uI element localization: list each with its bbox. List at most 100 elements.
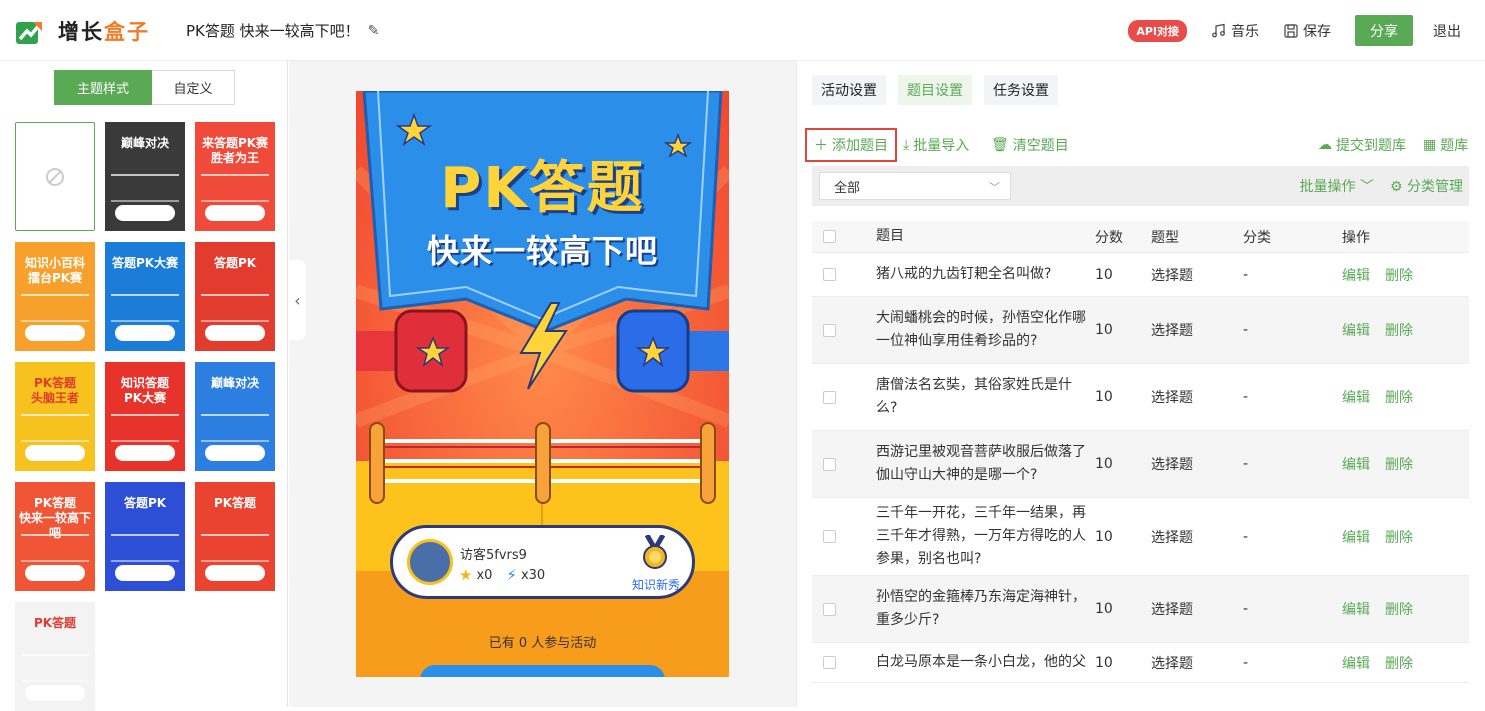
edit-question-link[interactable]: 编辑 bbox=[1342, 527, 1370, 547]
theme-none[interactable] bbox=[15, 122, 95, 231]
edit-pencil-icon[interactable]: ✎ bbox=[368, 23, 380, 39]
tab-task-settings[interactable]: 任务设置 bbox=[984, 75, 1058, 105]
table-body: 猪八戒的九齿钉耙全名叫做? 10 选择题 - 编辑 删除大闹蟠桃会的时候，孙悟空化作哪一位… bbox=[812, 253, 1469, 683]
question-table: 题目 分数 题型 分类 操作 猪八戒的九齿钉耙全名叫做? 10 选择题 - 编辑 删除大闹… bbox=[812, 221, 1469, 683]
question-score: 10 bbox=[1095, 322, 1113, 338]
question-type: 选择题 bbox=[1151, 323, 1193, 339]
add-question-button[interactable]: ＋添加题目 bbox=[805, 128, 897, 162]
theme-thumbnail[interactable]: PK答题 bbox=[15, 602, 95, 711]
participants-text: 已有 0 人参与活动 bbox=[488, 636, 597, 651]
table-row[interactable]: 三千年一开花，三千年一结果，再三千年才得熟，一万年方得吃的人参果，别名也叫? 10… bbox=[812, 498, 1469, 576]
question-category: - bbox=[1243, 528, 1249, 545]
question-text: 大闹蟠桃会的时候，孙悟空化作哪一位神仙享用佳肴珍品的? bbox=[876, 310, 1086, 349]
theme-title: 答题PK bbox=[123, 496, 167, 510]
theme-thumbnail[interactable]: 知识答题 PK大赛 bbox=[105, 362, 185, 471]
row-checkbox[interactable] bbox=[823, 656, 836, 669]
bank-button[interactable]: ▦ 题库 bbox=[1423, 128, 1468, 162]
api-badge[interactable]: API对接 bbox=[1128, 19, 1187, 42]
page-title[interactable]: PK答题 快来一较高下吧！ ✎ bbox=[186, 20, 379, 41]
theme-user-card bbox=[205, 205, 265, 221]
delete-question-link[interactable]: 删除 bbox=[1385, 265, 1413, 285]
question-score: 10 bbox=[1095, 601, 1113, 617]
tab-question-settings[interactable]: 题目设置 bbox=[898, 75, 972, 105]
edit-question-link[interactable]: 编辑 bbox=[1342, 454, 1370, 474]
category-manage-label: 分类管理 bbox=[1407, 179, 1463, 195]
theme-user-card bbox=[25, 685, 85, 701]
batch-import-button[interactable]: ⤓ 批量导入 bbox=[903, 128, 969, 162]
phone-preview: PK答题 快来一较高下吧 访客5fvrs9 ★ x0 ⚡ x30 知识新秀 已有… bbox=[356, 91, 729, 677]
question-score: 10 bbox=[1095, 389, 1113, 405]
edit-question-link[interactable]: 编辑 bbox=[1342, 320, 1370, 340]
theme-thumbnail[interactable]: PK答题 头脑王者 bbox=[15, 362, 95, 471]
theme-panel: 主题样式 自定义 巅峰对决 来答题PK赛 胜者为王 知识小百科 擂台PK赛 答题PK大… bbox=[0, 61, 288, 711]
tab-theme-style[interactable]: 主题样式 bbox=[54, 70, 152, 105]
table-row[interactable]: 孙悟空的金箍棒乃东海定海神针，重多少斤? 10 选择题 - 编辑 删除 bbox=[812, 576, 1469, 643]
theme-thumbnail[interactable]: 答题PK bbox=[195, 242, 275, 351]
table-row[interactable]: 大闹蟠桃会的时候，孙悟空化作哪一位神仙享用佳肴珍品的? 10 选择题 - 编辑 删除 bbox=[812, 297, 1469, 364]
edit-question-link[interactable]: 编辑 bbox=[1342, 653, 1370, 673]
delete-question-link[interactable]: 删除 bbox=[1385, 320, 1413, 340]
tab-activity-settings[interactable]: 活动设置 bbox=[812, 75, 886, 105]
table-row[interactable]: 西游记里被观音菩萨收服后做落了伽山守山大神的是哪一个? 10 选择题 - 编辑 删除 bbox=[812, 431, 1469, 498]
tab-custom[interactable]: 自定义 bbox=[152, 70, 235, 105]
row-checkbox[interactable] bbox=[823, 602, 836, 616]
ring-decoration bbox=[111, 174, 179, 202]
theme-thumbnail[interactable]: PK答题 bbox=[195, 482, 275, 591]
music-label: 音乐 bbox=[1231, 23, 1259, 40]
share-button[interactable]: 分享 bbox=[1355, 15, 1413, 46]
theme-title: PK答题 bbox=[213, 496, 257, 510]
row-checkbox[interactable] bbox=[823, 457, 836, 471]
select-all-checkbox[interactable] bbox=[823, 230, 836, 243]
theme-thumbnail[interactable]: 巅峰对决 bbox=[105, 122, 185, 231]
theme-thumbnail[interactable]: 答题PK大赛 bbox=[105, 242, 185, 351]
col-category: 分类 bbox=[1243, 229, 1271, 246]
table-row[interactable]: 唐僧法名玄奘，其俗家姓氏是什么? 10 选择题 - 编辑 删除 bbox=[812, 364, 1469, 431]
category-manage-button[interactable]: ⚙ 分类管理 bbox=[1390, 176, 1463, 196]
chevron-down-icon: ﹀ bbox=[989, 181, 1000, 194]
col-actions: 操作 bbox=[1342, 229, 1370, 246]
delete-question-link[interactable]: 删除 bbox=[1385, 599, 1413, 619]
logo[interactable]: 增长盒子 bbox=[14, 16, 150, 46]
question-text: 三千年一开花，三千年一结果，再三千年才得熟，一万年方得吃的人参果，别名也叫? bbox=[876, 505, 1086, 567]
theme-thumbnail[interactable]: PK答题 快来一较高下吧 bbox=[15, 482, 95, 591]
delete-question-link[interactable]: 删除 bbox=[1385, 387, 1413, 407]
table-header: 题目 分数 题型 分类 操作 bbox=[812, 221, 1469, 253]
delete-question-link[interactable]: 删除 bbox=[1385, 454, 1413, 474]
row-checkbox[interactable] bbox=[823, 390, 836, 404]
ring-decoration bbox=[111, 414, 179, 442]
medal-icon bbox=[640, 533, 670, 569]
question-type: 选择题 bbox=[1151, 390, 1193, 406]
logout-button[interactable]: 退出 bbox=[1433, 21, 1461, 41]
save-button[interactable]: 保存 bbox=[1283, 21, 1331, 41]
ring-decoration bbox=[21, 414, 89, 442]
row-checkbox[interactable] bbox=[823, 268, 836, 281]
trash-icon: 🗑 bbox=[991, 137, 1009, 153]
theme-thumbnail[interactable]: 巅峰对决 bbox=[195, 362, 275, 471]
theme-thumbnail[interactable]: 答题PK bbox=[105, 482, 185, 591]
cloud-upload-icon: ☁ bbox=[1318, 137, 1332, 153]
delete-question-link[interactable]: 删除 bbox=[1385, 527, 1413, 547]
table-row[interactable]: 猪八戒的九齿钉耙全名叫做? 10 选择题 - 编辑 删除 bbox=[812, 253, 1469, 297]
grid-icon: ▦ bbox=[1423, 137, 1437, 153]
table-row[interactable]: 白龙马原本是一条小白龙，他的父 10 选择题 - 编辑 删除 bbox=[812, 643, 1469, 683]
category-filter-select[interactable]: 全部 ﹀ bbox=[819, 172, 1011, 200]
question-text: 唐僧法名玄奘，其俗家姓氏是什么? bbox=[876, 377, 1072, 416]
delete-question-link[interactable]: 删除 bbox=[1385, 653, 1413, 673]
clear-questions-button[interactable]: 🗑 清空题目 bbox=[991, 128, 1069, 162]
collapse-panel-button[interactable]: ‹ bbox=[289, 260, 306, 340]
music-note-icon bbox=[1212, 23, 1225, 37]
edit-question-link[interactable]: 编辑 bbox=[1342, 599, 1370, 619]
music-button[interactable]: 音乐 bbox=[1211, 21, 1259, 41]
row-checkbox[interactable] bbox=[823, 323, 836, 337]
preview-title: PK答题 bbox=[440, 156, 645, 221]
theme-thumbnail[interactable]: 来答题PK赛 胜者为王 bbox=[195, 122, 275, 231]
edit-question-link[interactable]: 编辑 bbox=[1342, 387, 1370, 407]
row-checkbox[interactable] bbox=[823, 530, 836, 543]
theme-thumbnail[interactable]: 知识小百科 擂台PK赛 bbox=[15, 242, 95, 351]
medal-label: 知识新秀 bbox=[632, 578, 681, 592]
add-question-label: 添加题目 bbox=[832, 138, 888, 154]
submit-bank-button[interactable]: ☁ 提交到题库 bbox=[1318, 128, 1406, 162]
question-type: 选择题 bbox=[1151, 529, 1193, 546]
batch-operations-dropdown[interactable]: 批量操作 ﹀ bbox=[1300, 176, 1374, 196]
edit-question-link[interactable]: 编辑 bbox=[1342, 265, 1370, 285]
